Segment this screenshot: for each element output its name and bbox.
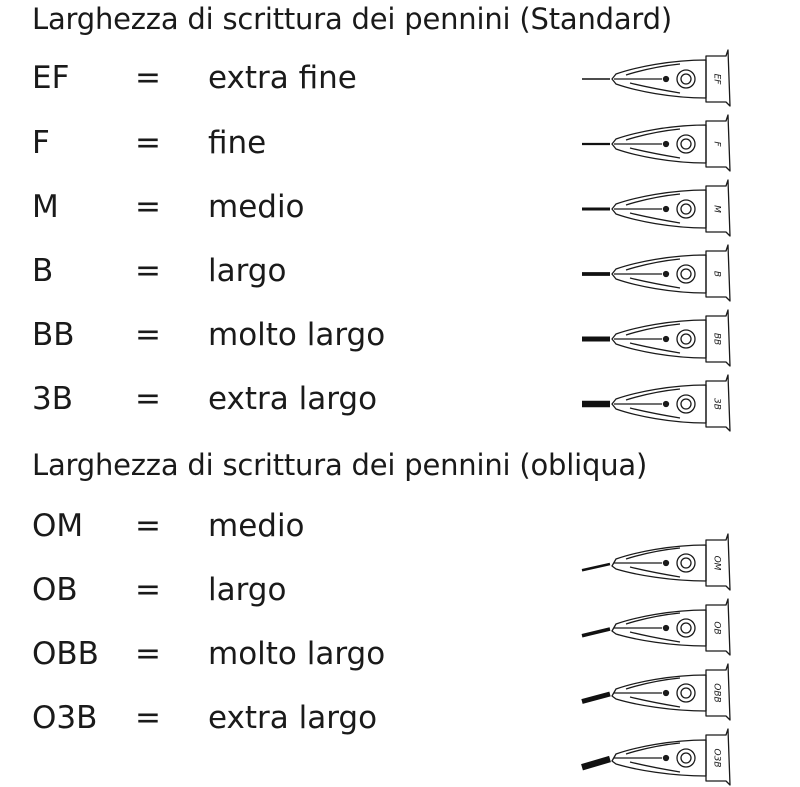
nib-code: BB [32,317,75,353]
line-width-sample [581,562,611,572]
nib-illustration-f: F [576,113,766,173]
nib-description: extra largo [208,381,378,417]
nib-illustration-3b: 3B [576,373,766,433]
nib-drawing: OBB [581,663,731,721]
nib-size-label: M [712,205,722,213]
nib-description: medio [208,508,305,544]
nib-drawing: OM [581,533,731,591]
line-width-sample [581,691,611,704]
nib-illustration-obb: OBB [576,662,766,722]
nib-description: molto largo [208,636,386,672]
nib-description: medio [208,189,305,225]
nib-drawing: BB [582,309,731,367]
nib-description: fine [208,125,267,161]
nib-code: B [32,253,54,289]
nib-size-label: EF [712,74,722,86]
line-width-sample [581,627,611,638]
nib-drawing: OB [581,598,731,656]
nib-size-label: O3B [712,749,722,768]
nib-code: F [32,125,50,161]
nib-size-label: B [712,271,722,277]
nib-size-label: 3B [712,398,722,410]
nib-illustration-om: OM [576,532,766,592]
nib-illustration-ob: OB [576,597,766,657]
nib-illustration-m: M [576,178,766,238]
nib-description: extra largo [208,700,378,736]
nib-drawing: O3B [581,728,731,786]
nib-description: extra fine [208,60,357,96]
equals-sign: = [135,60,161,96]
equals-sign: = [135,253,161,289]
oblique-heading: Larghezza di scrittura dei pennini (obli… [32,448,648,482]
nib-code: OM [32,508,84,544]
equals-sign: = [135,636,161,672]
nib-drawing: F [582,114,731,172]
nib-code: 3B [32,381,73,417]
standard-heading: Larghezza di scrittura dei pennini (Stan… [32,2,672,36]
equals-sign: = [135,125,161,161]
equals-sign: = [135,572,161,608]
nib-size-label: BB [712,333,722,345]
nib-size-label: F [712,141,722,147]
nib-description: largo [208,572,287,608]
equals-sign: = [135,508,161,544]
nib-size-label: OB [712,621,722,634]
nib-illustration-o3b: O3B [576,727,766,787]
nib-illustration-b: B [576,243,766,303]
nib-drawing: 3B [582,374,731,432]
nib-drawing: EF [582,49,731,107]
line-width-sample [581,755,611,771]
nib-code: OB [32,572,78,608]
nib-illustration-bb: BB [576,308,766,368]
nib-code: O3B [32,700,98,736]
equals-sign: = [135,700,161,736]
nib-description: molto largo [208,317,386,353]
nib-code: M [32,189,59,225]
nib-drawing: B [582,244,731,302]
nib-description: largo [208,253,287,289]
nib-illustration-ef: EF [576,48,766,108]
equals-sign: = [135,189,161,225]
nib-size-label: OBB [712,683,722,702]
equals-sign: = [135,317,161,353]
nib-size-label: OM [712,556,722,571]
equals-sign: = [135,381,161,417]
nib-code: EF [32,60,70,96]
nib-drawing: M [582,179,731,237]
nib-code: OBB [32,636,99,672]
